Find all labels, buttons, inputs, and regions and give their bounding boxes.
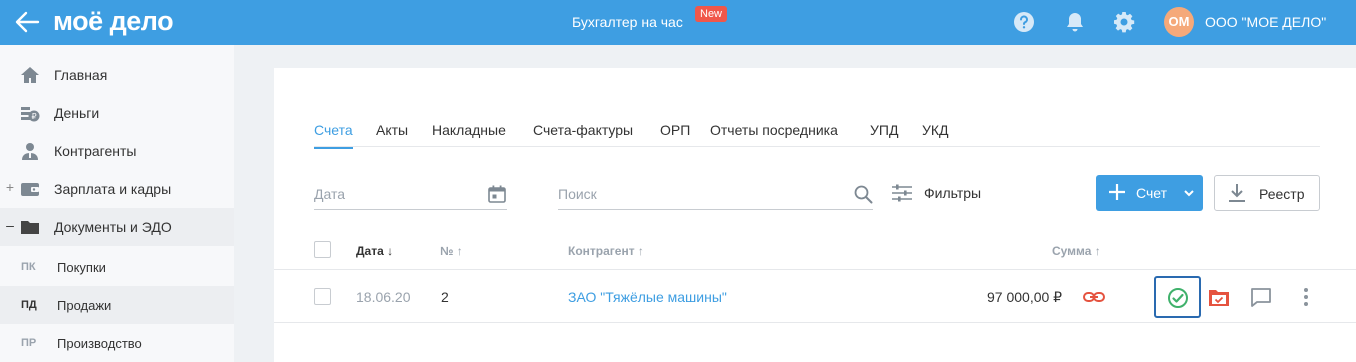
registry-label: Реестр bbox=[1259, 186, 1305, 202]
tab-agent-reports[interactable]: Отчеты посредника bbox=[710, 122, 838, 138]
create-invoice-label: Счет bbox=[1136, 185, 1167, 201]
more-vertical-icon[interactable] bbox=[1294, 285, 1318, 309]
tab-acts[interactable]: Акты bbox=[376, 122, 408, 138]
tab-waybills[interactable]: Накладные bbox=[432, 122, 506, 138]
subitem-code: ПД bbox=[21, 299, 37, 311]
document-tabs: Счета Акты Накладные Счета-фактуры ОРП О… bbox=[314, 113, 1320, 149]
sidebar-item-home[interactable]: Главная bbox=[0, 56, 234, 94]
comment-icon[interactable] bbox=[1249, 285, 1273, 309]
subitem-code: ПК bbox=[21, 261, 36, 273]
folder-check-icon[interactable] bbox=[1207, 285, 1231, 309]
check-circle-icon bbox=[1168, 288, 1188, 308]
subitem-code: ПР bbox=[21, 337, 37, 349]
mark-paid-button[interactable] bbox=[1154, 276, 1201, 318]
top-bar: моё дело Бухгалтер на час New ОМ ООО "МО… bbox=[0, 0, 1356, 45]
folder-icon bbox=[21, 221, 39, 234]
sidebar-subitem-sales[interactable]: ПД Продажи bbox=[0, 286, 234, 324]
tab-invoices[interactable]: Счета bbox=[314, 122, 353, 149]
contractor-icon bbox=[22, 143, 38, 160]
tab-orp[interactable]: ОРП bbox=[660, 122, 690, 138]
tab-invoice-facturas[interactable]: Счета-фактуры bbox=[533, 122, 633, 138]
tab-ukd[interactable]: УКД bbox=[922, 122, 949, 138]
download-icon bbox=[1229, 184, 1245, 202]
registry-button[interactable]: Реестр bbox=[1214, 175, 1320, 211]
column-number[interactable]: № ↑ bbox=[440, 244, 463, 258]
row-contractor-link[interactable]: ЗАО "Тяжёлые машины" bbox=[568, 289, 727, 305]
collapse-icon[interactable]: – bbox=[4, 217, 16, 233]
search-field[interactable] bbox=[558, 180, 873, 210]
expand-icon[interactable]: + bbox=[4, 179, 16, 195]
filters-label: Фильтры bbox=[924, 185, 982, 201]
row-number: 2 bbox=[441, 289, 449, 305]
chevron-down-icon bbox=[1184, 190, 1194, 197]
search-icon[interactable] bbox=[853, 184, 873, 204]
column-date[interactable]: Дата ↓ bbox=[356, 244, 393, 258]
subitem-label: Производство bbox=[57, 336, 142, 351]
sidebar-item-label: Зарплата и кадры bbox=[54, 181, 172, 197]
new-badge: New bbox=[695, 6, 728, 22]
sidebar-subitem-production[interactable]: ПР Производство bbox=[0, 324, 234, 362]
sidebar-item-money[interactable]: ₽ Деньги bbox=[0, 94, 234, 132]
organization-name[interactable]: ООО "МОЕ ДЕЛО" bbox=[1205, 14, 1326, 30]
table-row[interactable]: 18.06.20 2 ЗАО "Тяжёлые машины" 97 000,0… bbox=[274, 271, 1356, 323]
column-contractor[interactable]: Контрагент ↑ bbox=[568, 244, 644, 258]
subitem-label: Продажи bbox=[57, 298, 112, 313]
sidebar-item-salary[interactable]: + Зарплата и кадры bbox=[0, 170, 234, 208]
sidebar-item-contractors[interactable]: Контрагенты bbox=[0, 132, 234, 170]
select-all-checkbox[interactable] bbox=[314, 241, 331, 258]
tab-upd[interactable]: УПД bbox=[870, 122, 898, 138]
date-input[interactable] bbox=[314, 186, 469, 202]
row-checkbox[interactable] bbox=[314, 288, 331, 305]
wallet-icon bbox=[21, 183, 39, 196]
link-icon[interactable] bbox=[1082, 285, 1106, 309]
back-arrow-icon[interactable] bbox=[14, 10, 40, 34]
bell-icon[interactable] bbox=[1064, 11, 1086, 33]
column-sum[interactable]: Сумма ↑ bbox=[1052, 244, 1101, 258]
sidebar-item-label: Контрагенты bbox=[54, 143, 137, 159]
sidebar-item-label: Документы и ЭДО bbox=[54, 219, 172, 235]
sidebar-item-documents[interactable]: – Документы и ЭДО bbox=[0, 208, 234, 246]
logo[interactable]: моё дело bbox=[53, 6, 174, 37]
date-field[interactable] bbox=[314, 180, 507, 210]
avatar[interactable]: ОМ bbox=[1164, 7, 1194, 37]
search-input[interactable] bbox=[558, 186, 810, 202]
sidebar: Главная ₽ Деньги Контрагенты + Зарплата … bbox=[0, 45, 234, 362]
home-icon bbox=[21, 67, 39, 83]
plus-icon bbox=[1109, 184, 1125, 200]
filters-icon bbox=[892, 184, 912, 202]
create-invoice-button[interactable]: Счет bbox=[1096, 175, 1203, 211]
sidebar-item-label: Главная bbox=[54, 67, 108, 83]
help-icon[interactable] bbox=[1013, 11, 1035, 33]
row-date: 18.06.20 bbox=[356, 289, 411, 305]
accountant-service-link[interactable]: Бухгалтер на час bbox=[572, 14, 683, 30]
calendar-icon[interactable] bbox=[487, 184, 507, 204]
gear-icon[interactable] bbox=[1113, 11, 1135, 33]
money-icon: ₽ bbox=[21, 107, 40, 122]
svg-text:₽: ₽ bbox=[31, 112, 36, 121]
sidebar-subitem-purchases[interactable]: ПК Покупки bbox=[0, 248, 234, 286]
row-sum: 97 000,00 ₽ bbox=[987, 289, 1063, 305]
subitem-label: Покупки bbox=[57, 260, 106, 275]
sidebar-item-label: Деньги bbox=[54, 105, 100, 121]
table-header: Дата ↓ № ↑ Контрагент ↑ Сумма ↑ bbox=[274, 232, 1356, 270]
